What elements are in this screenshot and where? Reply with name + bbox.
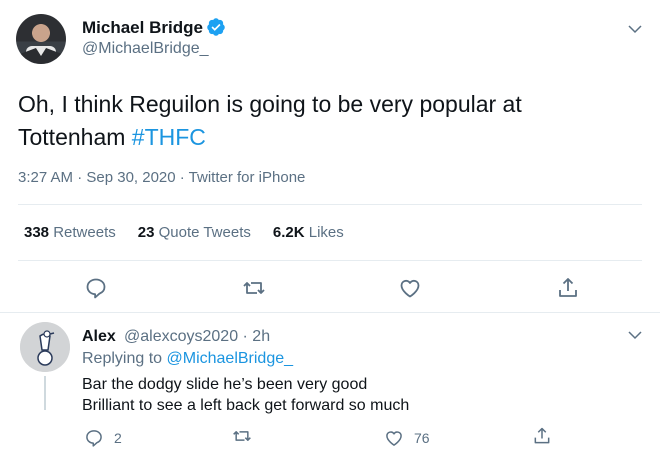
retweets-label: Retweets bbox=[53, 224, 116, 241]
retweet-icon[interactable] bbox=[242, 276, 266, 300]
quote-count: 23 bbox=[137, 224, 155, 241]
replying-prefix: Replying to bbox=[82, 350, 167, 367]
hashtag-link[interactable]: #THFC bbox=[132, 124, 206, 150]
reply-reply-button[interactable]: 2 bbox=[84, 426, 144, 450]
reply-author-name[interactable]: Alex bbox=[82, 328, 116, 346]
divider bbox=[18, 260, 642, 261]
author-name[interactable]: Michael Bridge bbox=[82, 18, 203, 38]
retweets-count: 338 bbox=[24, 224, 50, 241]
reply-retweet-icon[interactable] bbox=[232, 426, 256, 450]
like-icon bbox=[386, 431, 402, 446]
tweet-stats: 338 Retweets 23 Quote Tweets 6.2K Likes bbox=[24, 224, 344, 241]
more-options-chevron-icon[interactable] bbox=[626, 20, 644, 38]
tweet-text: Oh, I think Reguilon is going to be very… bbox=[18, 88, 618, 154]
retweets-stat[interactable]: 338 Retweets bbox=[24, 224, 116, 241]
likes-count: 6.2K bbox=[272, 224, 305, 241]
thread-line bbox=[44, 376, 46, 410]
likes-stat[interactable]: 6.2K Likes bbox=[273, 224, 344, 241]
reply-count: 2 bbox=[114, 430, 122, 446]
reply-text: Bar the dodgy slide he’s been very good … bbox=[82, 374, 622, 416]
reply-icon[interactable] bbox=[84, 276, 108, 300]
share-icon[interactable] bbox=[556, 276, 580, 300]
reply-author-handle[interactable]: @alexcoys2020 · 2h bbox=[124, 328, 270, 346]
quote-label: Quote Tweets bbox=[158, 224, 251, 241]
reply-author-avatar[interactable] bbox=[20, 322, 70, 372]
replying-to: Replying to @MichaelBridge_ bbox=[82, 350, 293, 368]
like-icon[interactable] bbox=[398, 276, 422, 300]
quote-tweets-stat[interactable]: 23 Quote Tweets bbox=[138, 224, 251, 241]
likes-label: Likes bbox=[308, 224, 344, 241]
reply-share-icon[interactable] bbox=[532, 426, 556, 450]
tweet-timestamp[interactable]: 3:27 AM · Sep 30, 2020 · Twitter for iPh… bbox=[18, 169, 305, 186]
reply-line-1: Bar the dodgy slide he’s been very good bbox=[82, 376, 368, 393]
divider bbox=[18, 204, 642, 205]
tweet-body: Oh, I think Reguilon is going to be very… bbox=[18, 91, 522, 150]
reply-like-button[interactable]: 76 bbox=[384, 426, 444, 450]
reply-line-2: Brilliant to see a left back get forward… bbox=[82, 397, 410, 414]
reply-more-options-chevron-icon[interactable] bbox=[626, 326, 644, 344]
divider bbox=[0, 312, 660, 313]
reply-icon bbox=[86, 430, 102, 447]
author-avatar[interactable] bbox=[16, 14, 66, 64]
verified-badge-icon bbox=[206, 17, 226, 37]
author-handle[interactable]: @MichaelBridge_ bbox=[82, 40, 209, 58]
replying-to-link[interactable]: @MichaelBridge_ bbox=[167, 350, 294, 367]
like-count: 76 bbox=[414, 430, 430, 446]
